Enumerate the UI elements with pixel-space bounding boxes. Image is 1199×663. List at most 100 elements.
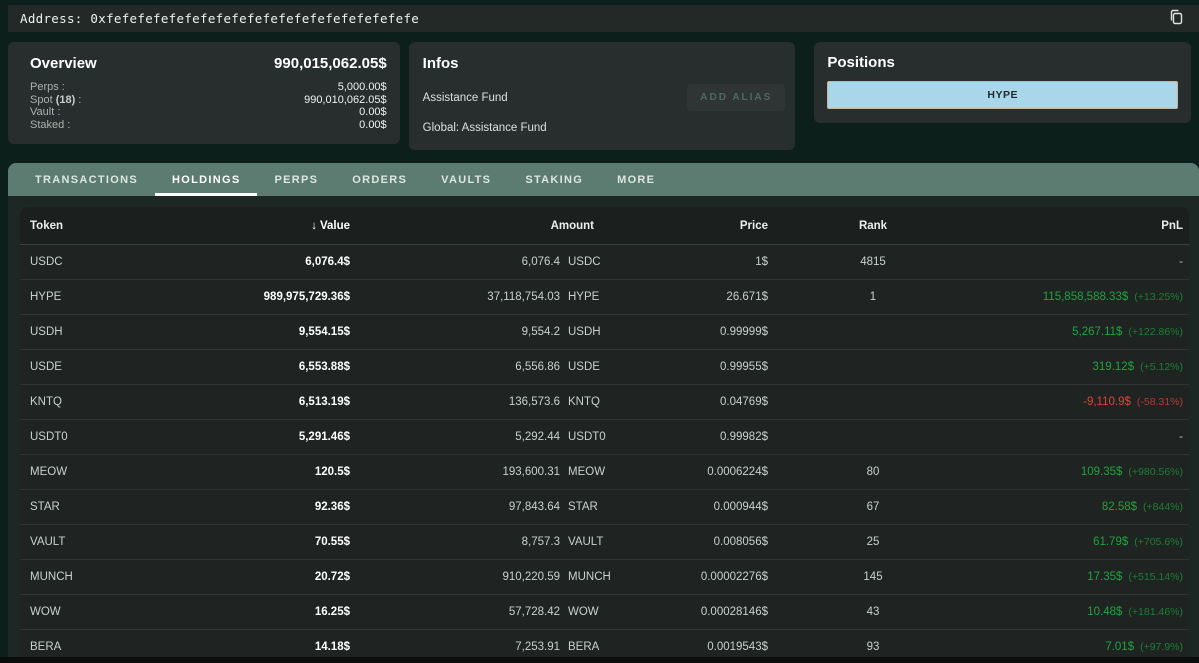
header-price[interactable]: Price	[618, 220, 768, 232]
token-cell: KNTQ	[30, 396, 180, 408]
pnl-value: -	[1179, 431, 1183, 443]
horizontal-scrollbar[interactable]	[0, 657, 1199, 663]
rank-cell: 80	[768, 466, 978, 478]
header-rank[interactable]: Rank	[768, 220, 978, 232]
amount-token-cell: MUNCH	[560, 571, 618, 583]
infos-card: Infos Assistance Fund ADD ALIAS Global: …	[409, 42, 796, 150]
pnl-value: 82.58$	[1102, 501, 1137, 513]
header-amount[interactable]: Amount	[350, 220, 618, 232]
address-bar: Address: 0xfefefefefefefefefefefefefefef…	[8, 5, 1199, 32]
pnl-value: 10.48$	[1087, 606, 1122, 618]
table-row-usdc[interactable]: USDC6,076.4$6,076.4USDC1$4815-	[20, 245, 1189, 280]
alias-name: Assistance Fund	[423, 92, 508, 104]
amount-cell: 9,554.2	[350, 326, 560, 338]
amount-token-cell: HYPE	[560, 291, 618, 303]
copy-icon	[1168, 9, 1184, 28]
value-cell: 6,076.4$	[180, 256, 350, 268]
tab-transactions[interactable]: TRANSACTIONS	[18, 163, 155, 196]
amount-cell: 97,843.64	[350, 501, 560, 513]
header-value-label: Value	[320, 220, 350, 232]
rank-cell: 145	[768, 571, 978, 583]
pnl-cell: 5,267.11$(+122.86%)	[978, 326, 1183, 338]
table-row-meow[interactable]: MEOW120.5$193,600.31MEOW0.0006224$80109.…	[20, 455, 1189, 490]
pnl-cell: 17.35$(+515.14%)	[978, 571, 1183, 583]
tab-vaults[interactable]: VAULTS	[424, 163, 508, 196]
table-row-wow[interactable]: WOW16.25$57,728.42WOW0.00028146$4310.48$…	[20, 595, 1189, 630]
price-cell: 0.000944$	[618, 501, 768, 513]
amount-cell: 6,076.4	[350, 256, 560, 268]
value-cell: 6,553.88$	[180, 361, 350, 373]
table-row-star[interactable]: STAR92.36$97,843.64STAR0.000944$6782.58$…	[20, 490, 1189, 525]
positions-card: Positions HYPE	[814, 42, 1191, 123]
header-token[interactable]: Token	[30, 220, 180, 232]
table-row-bera[interactable]: BERA14.18$7,253.91BERA0.0019543$937.01$(…	[20, 630, 1189, 657]
value-cell: 9,554.15$	[180, 326, 350, 338]
tab-orders[interactable]: ORDERS	[335, 163, 424, 196]
pnl-percent: (+515.14%)	[1128, 571, 1183, 583]
price-cell: 0.99955$	[618, 361, 768, 373]
copy-address-button[interactable]	[1165, 8, 1187, 30]
table-row-munch[interactable]: MUNCH20.72$910,220.59MUNCH0.00002276$145…	[20, 560, 1189, 595]
pnl-cell: 61.79$(+705.6%)	[978, 536, 1183, 548]
value-cell: 14.18$	[180, 641, 350, 653]
amount-cell: 37,118,754.03	[350, 291, 560, 303]
pnl-cell: -	[978, 431, 1183, 443]
header-pnl[interactable]: PnL	[978, 220, 1183, 232]
amount-token-cell: USDE	[560, 361, 618, 373]
pnl-value: 109.35$	[1081, 466, 1123, 478]
pnl-percent: (+5.12%)	[1140, 361, 1183, 373]
overview-row-value: 0.00$	[359, 106, 387, 119]
amount-token-cell: VAULT	[560, 536, 618, 548]
table-row-usdt0[interactable]: USDT05,291.46$5,292.44USDT00.99982$-	[20, 420, 1189, 455]
pnl-percent: (+181.46%)	[1128, 606, 1183, 618]
overview-total: 990,015,062.05$	[274, 55, 387, 72]
table-header: Token↓ValueAmountPriceRankPnL	[20, 207, 1189, 245]
token-cell: HYPE	[30, 291, 180, 303]
amount-token-cell: USDH	[560, 326, 618, 338]
overview-row-label: Staked :	[30, 119, 70, 132]
tab-more[interactable]: MORE	[600, 163, 672, 196]
price-cell: 0.99982$	[618, 431, 768, 443]
table-row-vault[interactable]: VAULT70.55$8,757.3VAULT0.008056$2561.79$…	[20, 525, 1189, 560]
table-row-usdh[interactable]: USDH9,554.15$9,554.2USDH0.99999$5,267.11…	[20, 315, 1189, 350]
pnl-value: 5,267.11$	[1072, 326, 1122, 338]
amount-token-cell: MEOW	[560, 466, 618, 478]
tab-holdings[interactable]: HOLDINGS	[155, 163, 257, 196]
overview-card: Overview 990,015,062.05$ Perps :5,000.00…	[8, 42, 400, 144]
tab-staking[interactable]: STAKING	[508, 163, 600, 196]
table-row-usde[interactable]: USDE6,553.88$6,556.86USDE0.99955$319.12$…	[20, 350, 1189, 385]
token-cell: USDT0	[30, 431, 180, 443]
table-row-kntq[interactable]: KNTQ6,513.19$136,573.6KNTQ0.04769$-9,110…	[20, 385, 1189, 420]
token-cell: BERA	[30, 641, 180, 653]
header-value-sorted[interactable]: ↓Value	[180, 220, 350, 232]
pnl-percent: (+97.9%)	[1140, 641, 1183, 653]
value-cell: 120.5$	[180, 466, 350, 478]
pnl-value: 115,858,588.33$	[1043, 291, 1128, 303]
rank-cell: 1	[768, 291, 978, 303]
pnl-percent: (+13.25%)	[1134, 291, 1183, 303]
amount-cell: 193,600.31	[350, 466, 560, 478]
pnl-cell: 10.48$ (+181.46%)	[978, 606, 1183, 618]
position-hype-button[interactable]: HYPE	[827, 81, 1178, 109]
overview-row-value: 5,000.00$	[338, 81, 387, 94]
overview-row-label: Vault :	[30, 106, 60, 119]
amount-cell: 7,253.91	[350, 641, 560, 653]
pnl-percent: (+705.6%)	[1134, 536, 1183, 548]
pnl-cell: 7.01$ (+97.9%)	[978, 641, 1183, 653]
price-cell: 0.0006224$	[618, 466, 768, 478]
add-alias-button[interactable]: ADD ALIAS	[687, 84, 785, 111]
token-cell: USDE	[30, 361, 180, 373]
overview-row: Vault : 0.00$	[30, 106, 387, 119]
token-cell: STAR	[30, 501, 180, 513]
table-row-hype[interactable]: HYPE989,975,729.36$37,118,754.03HYPE26.6…	[20, 280, 1189, 315]
pnl-value: -9,110.9$	[1083, 396, 1131, 408]
overview-row: Staked :0.00$	[30, 119, 387, 132]
rank-cell: 67	[768, 501, 978, 513]
overview-row: Perps :5,000.00$	[30, 81, 387, 94]
tab-perps[interactable]: PERPS	[257, 163, 335, 196]
overview-title: Overview	[30, 55, 97, 72]
price-cell: 0.99999$	[618, 326, 768, 338]
token-cell: USDH	[30, 326, 180, 338]
global-alias: Global: Assistance Fund	[423, 122, 786, 134]
pnl-value: 7.01$	[1105, 641, 1134, 653]
